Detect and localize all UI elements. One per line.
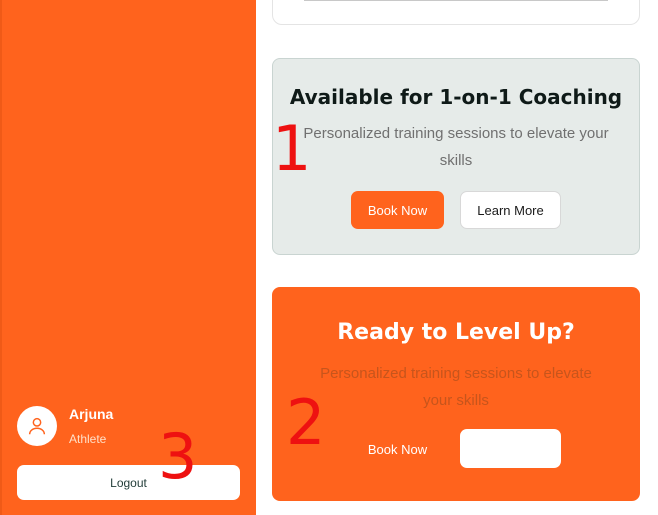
user-role: Athlete (69, 432, 107, 446)
level-up-card-title: Ready to Level Up? (337, 320, 575, 345)
annotation-marker-2: 2 (286, 386, 326, 459)
coaching-card-description: Personalized training sessions to elevat… (303, 125, 609, 169)
coaching-card-title: Available for 1-on-1 Coaching (289, 85, 623, 109)
annotation-marker-3: 3 (158, 420, 198, 493)
sidebar-edge (0, 0, 2, 515)
user-name: Arjuna (69, 406, 114, 422)
learn-more-button[interactable]: Learn More (460, 191, 561, 229)
avatar[interactable] (17, 406, 57, 446)
user-icon (28, 417, 46, 435)
level-up-card-description: Personalized training sessions to elevat… (320, 365, 592, 409)
logout-button[interactable]: Logout (17, 465, 240, 500)
book-now-button[interactable]: Book Now (351, 191, 444, 229)
previous-card (272, 0, 640, 25)
annotation-marker-1: 1 (272, 112, 312, 185)
level-up-secondary-button[interactable] (460, 429, 561, 468)
previous-card-divider (304, 0, 608, 1)
level-up-book-now-button[interactable]: Book Now (351, 430, 444, 468)
